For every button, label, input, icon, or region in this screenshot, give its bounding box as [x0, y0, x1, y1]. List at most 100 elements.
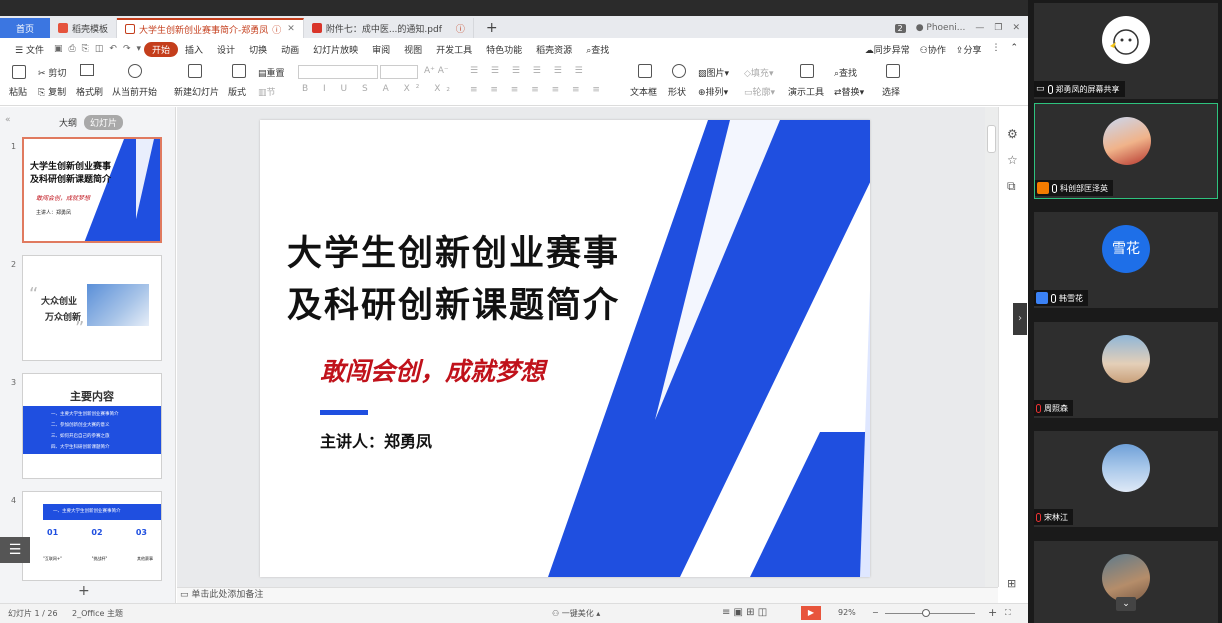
participant-tile[interactable]: 周照森: [1034, 322, 1218, 418]
replace-button[interactable]: ⇄替换▾: [834, 85, 864, 98]
slide-thumbnail-1[interactable]: 大学生创新创业赛事 及科研创新课题简介 敢闯会创，成就梦想 主讲人：郑勇凤: [22, 137, 162, 243]
tab-presentation[interactable]: 大学生创新创业赛事简介-郑勇凤 ⓘ ✕: [117, 18, 304, 38]
participant-tile-active[interactable]: 科创部匡泽英: [1034, 103, 1218, 199]
from-current-button[interactable]: 从当前开始: [112, 85, 157, 98]
add-slide-button[interactable]: +: [78, 583, 90, 599]
menu-item[interactable]: 动画: [274, 43, 306, 56]
properties-icon[interactable]: ⚙: [1007, 127, 1018, 141]
zoom-slider[interactable]: [885, 609, 975, 617]
paste-icon[interactable]: [12, 65, 26, 79]
save-icon[interactable]: ▣: [51, 44, 66, 54]
present-tools-button[interactable]: 演示工具: [788, 85, 824, 98]
picture-button[interactable]: ▨图片▾: [698, 66, 729, 79]
format-painter-icon[interactable]: [80, 64, 94, 76]
tab-docer-templates[interactable]: 稻壳模板: [50, 18, 118, 38]
fit-window-icon[interactable]: ⛶: [1005, 608, 1011, 618]
select-icon[interactable]: [886, 64, 900, 78]
customize-icon[interactable]: ▾: [133, 44, 144, 54]
undo-icon[interactable]: ↶: [106, 44, 120, 54]
zoom-out-button[interactable]: −: [872, 608, 879, 617]
search-button[interactable]: ⌕查找: [579, 43, 616, 56]
file-menu[interactable]: ☰ 文件: [8, 43, 51, 56]
scroll-down-icon[interactable]: ⌄: [1116, 597, 1136, 611]
text-format-buttons[interactable]: B I U S A X² X₂: [302, 84, 456, 94]
menu-item[interactable]: 稻壳资源: [529, 43, 579, 56]
cut-button[interactable]: ✂ 剪切: [38, 66, 66, 79]
layout-icon[interactable]: [232, 64, 246, 78]
shape-icon[interactable]: [672, 64, 686, 78]
minimize-icon[interactable]: —: [975, 23, 984, 33]
preview-icon[interactable]: ◫: [92, 44, 107, 54]
outline-button[interactable]: ▭轮廓▾: [744, 85, 775, 98]
menu-item[interactable]: 设计: [210, 43, 242, 56]
scroll-thumb[interactable]: [987, 125, 996, 153]
present-tools-icon[interactable]: [800, 64, 814, 78]
menu-item[interactable]: 切换: [242, 43, 274, 56]
fill-button[interactable]: ◇填充▾: [744, 66, 773, 79]
paragraph-buttons[interactable]: ☰ ☰ ☰ ☰ ☰ ☰: [470, 66, 588, 76]
theme-name[interactable]: 2_Office 主题: [72, 608, 123, 619]
tab-start[interactable]: 开始: [144, 41, 179, 57]
menu-item[interactable]: 幻灯片放映: [306, 43, 365, 56]
user-account[interactable]: ● Phoeni...: [916, 23, 966, 33]
menu-item[interactable]: 审阅: [365, 43, 397, 56]
beautify-button[interactable]: ⚇ 一键美化 ▴: [552, 608, 600, 619]
font-family-select[interactable]: [298, 65, 378, 79]
restore-icon[interactable]: ❐: [994, 23, 1002, 33]
align-buttons[interactable]: ≡ ≡ ≡ ≡ ≡ ≡ ≡: [470, 85, 605, 95]
participant-tile[interactable]: ▭ 郑勇凤的屏幕共享: [1034, 3, 1218, 99]
menu-item[interactable]: 视图: [397, 43, 429, 56]
close-icon[interactable]: ✕: [287, 24, 295, 34]
menu-item[interactable]: 插入: [178, 43, 210, 56]
print-icon[interactable]: ⎘: [79, 44, 92, 54]
collapse-panel-icon[interactable]: «: [5, 115, 11, 125]
tab-home[interactable]: 首页: [0, 18, 50, 38]
play-slideshow-button[interactable]: ▶: [801, 606, 821, 620]
menu-item[interactable]: 特色功能: [479, 43, 529, 56]
participant-tile[interactable]: ⌄: [1034, 541, 1218, 623]
new-tab-button[interactable]: +: [474, 18, 510, 38]
new-slide-button[interactable]: 新建幻灯片: [174, 85, 219, 98]
font-size-select[interactable]: [380, 65, 418, 79]
layout-button[interactable]: 版式: [228, 85, 246, 98]
transition-icon[interactable]: ⧉: [1007, 179, 1016, 194]
zoom-in-button[interactable]: +: [988, 606, 997, 619]
slide-thumbnail-2[interactable]: “ 大众创业 万众创新 ”: [22, 255, 162, 361]
shape-button[interactable]: 形状: [668, 85, 686, 98]
font-size-buttons[interactable]: A⁺ A⁻: [424, 66, 449, 76]
section-button[interactable]: ▥节: [258, 85, 276, 98]
outline-toggle-icon[interactable]: ☰: [0, 537, 30, 563]
format-painter-button[interactable]: 格式刷: [76, 85, 103, 98]
sync-status[interactable]: ☁同步异常: [865, 43, 910, 56]
notes-pane[interactable]: ▭ 单击此处添加备注: [177, 587, 998, 603]
tab-pdf[interactable]: 附件七：成中医...的通知.pdf ⓘ: [304, 18, 474, 38]
reset-button[interactable]: ▤重置: [258, 66, 285, 79]
slide-thumbnail-3[interactable]: 主要内容 一、主要大学生创新创业赛事简介 二、参加创新创业大赛的意义 三、如何开…: [22, 373, 162, 479]
play-icon[interactable]: [128, 64, 142, 78]
more-icon[interactable]: ⋮: [991, 43, 1000, 56]
menu-item[interactable]: 开发工具: [429, 43, 479, 56]
arrange-button[interactable]: ⊕排列▾: [698, 85, 728, 98]
collapse-ribbon-icon[interactable]: ⌃: [1010, 43, 1018, 56]
share-button[interactable]: ⇪分享: [956, 43, 982, 56]
copy-button[interactable]: ⎘ 复制: [38, 85, 66, 98]
collaborate-button[interactable]: ⚇协作: [920, 43, 946, 56]
expand-side-panel-icon[interactable]: ›: [1013, 303, 1027, 335]
select-button[interactable]: 选择: [882, 85, 900, 98]
participant-tile[interactable]: 宋林江: [1034, 431, 1218, 527]
tab-count-badge[interactable]: 2: [894, 23, 906, 33]
textbox-icon[interactable]: [638, 64, 652, 78]
export-icon[interactable]: ⎙: [65, 44, 78, 54]
close-window-icon[interactable]: ✕: [1012, 23, 1020, 33]
outline-tab[interactable]: 大纲: [59, 116, 77, 129]
grid-view-icon[interactable]: ⊞: [1007, 577, 1016, 590]
slides-tab[interactable]: 幻灯片: [84, 115, 124, 130]
paste-button[interactable]: 粘贴: [9, 85, 27, 98]
zoom-slider-knob[interactable]: [921, 609, 930, 617]
slide-canvas[interactable]: 大学生创新创业赛事 及科研创新课题简介 敢闯会创，成就梦想 主讲人：郑勇凤: [260, 120, 870, 577]
view-buttons[interactable]: ≡ ▣ ⊞ ◫: [722, 607, 767, 618]
vertical-scrollbar[interactable]: [985, 107, 998, 587]
redo-icon[interactable]: ↷: [120, 44, 134, 54]
slide-thumbnail-4[interactable]: 一、主要大学生创新创业赛事简介 01 02 03 "互联网+" "挑战杯" 其他…: [22, 491, 162, 581]
animation-icon[interactable]: ☆: [1007, 153, 1018, 167]
